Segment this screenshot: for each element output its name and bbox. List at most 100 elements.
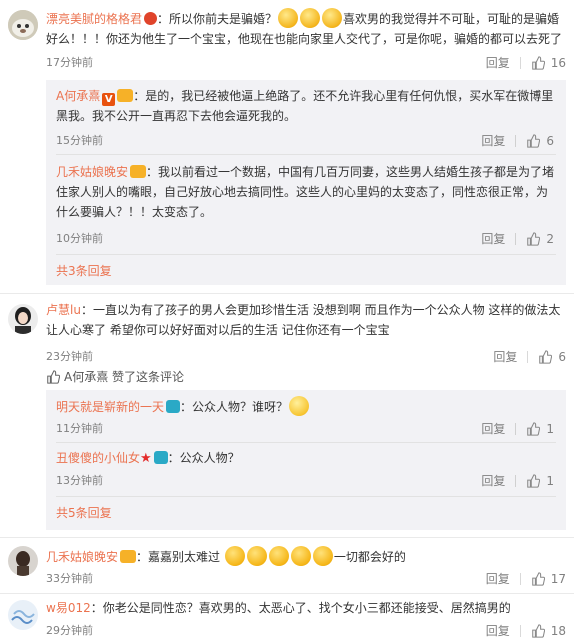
comment-username[interactable]: 卢慧lu — [46, 303, 81, 317]
action-separator — [527, 350, 529, 363]
comment-timestamp: 33分钟前 — [46, 572, 93, 585]
action-separator — [515, 474, 517, 487]
reply-button[interactable]: 回复 — [486, 54, 510, 71]
like-count: 2 — [546, 231, 554, 246]
reply-username[interactable]: 丑傻傻的小仙女 — [56, 451, 140, 465]
reply-item: 丑傻傻的小仙女★ ：公众人物？ — [56, 448, 556, 469]
like-button[interactable]: 18 — [531, 624, 566, 638]
comment-actions: 回复 16 — [486, 54, 566, 71]
thumbs-up-icon — [527, 473, 541, 488]
comment-username[interactable]: 漂亮美腻的格格君 — [46, 12, 142, 26]
like-count: 6 — [546, 133, 554, 148]
more-replies-link[interactable]: 共3条回复 — [56, 262, 112, 279]
reply-divider — [56, 496, 556, 497]
like-button[interactable]: 2 — [526, 232, 554, 246]
reply-username[interactable]: 明天就是崭新的一天 — [56, 400, 164, 414]
comment-text: ：你老公是同性恋？喜欢男的、太恶心了、找个女小三都还能接受、居然搞男的 — [90, 601, 511, 615]
avatar-image — [8, 10, 38, 40]
reply-item: A何承熹 V ：是的，我已经被他逼上绝路了。还不允许我心里有任何仇恨，买水军在微博里… — [56, 86, 556, 126]
reply-button[interactable]: 回复 — [493, 348, 517, 365]
reply-button[interactable]: 回复 — [481, 420, 505, 437]
action-separator — [519, 624, 521, 637]
reply-timestamp: 15分钟前 — [56, 134, 103, 147]
camera-badge-icon — [153, 451, 168, 464]
comment-actions: 回复 6 — [493, 348, 566, 365]
like-count: 16 — [550, 55, 566, 70]
comment-text: ：所以你前夫是骗婚？ — [157, 12, 278, 26]
comment-username[interactable]: w易012 — [46, 601, 91, 615]
coin-emoji-icon — [278, 8, 299, 28]
avatar-image — [8, 600, 38, 630]
reply-username[interactable]: A何承熹 — [56, 89, 100, 103]
smirk-emoji-icon — [289, 396, 310, 416]
like-button[interactable]: 6 — [538, 350, 566, 364]
reply-box: A何承熹 V ：是的，我已经被他逼上绝路了。还不允许我心里有任何仇恨，买水军在微博里… — [46, 80, 566, 285]
reply-button[interactable]: 回复 — [486, 622, 510, 639]
comment-username[interactable]: 几禾姑娘晚安 — [46, 550, 118, 564]
action-separator — [515, 422, 517, 435]
comment-divider — [0, 537, 574, 538]
like-button[interactable]: 17 — [531, 572, 566, 586]
reply-button[interactable]: 回复 — [486, 570, 510, 587]
reply-divider — [56, 442, 556, 443]
thumbs-up-icon — [527, 133, 541, 148]
liked-by-text: A何承熹 赞了这条评论 — [64, 370, 185, 384]
cute-emoji-icon — [312, 546, 333, 566]
coin-emoji-icon — [300, 8, 321, 28]
comment-item: 几禾姑娘晚安 ：嘉嘉别太难过 一切都会好的 33分钟前 回复 17 — [0, 540, 574, 590]
reply-button[interactable]: 回复 — [481, 132, 505, 149]
thumbs-up-icon — [531, 623, 545, 638]
more-replies-link[interactable]: 共5条回复 — [56, 504, 112, 521]
vip-icon — [117, 89, 134, 102]
reply-button[interactable]: 回复 — [481, 230, 505, 247]
comment-text-block: 卢慧lu：一直以为有了孩子的男人会更加珍惜生活 没想到啊 而且作为一个公众人物 … — [46, 300, 566, 340]
vip-icon — [130, 165, 147, 178]
comment-item: 卢慧lu：一直以为有了孩子的男人会更加珍惜生活 没想到啊 而且作为一个公众人物 … — [0, 296, 574, 536]
comment-timestamp: 17分钟前 — [46, 56, 93, 69]
reply-box: 明天就是崭新的一天 ：公众人物？谁呀？ 11分钟前 回复 1 丑傻傻的小仙女★ ：公… — [46, 390, 566, 530]
comment-text: ：嘉嘉别太难过 — [136, 550, 221, 564]
vip-icon — [144, 12, 158, 25]
reply-item: 明天就是崭新的一天 ：公众人物？谁呀？ — [56, 396, 556, 417]
thumbs-up-icon — [531, 55, 545, 70]
reply-actions: 回复 6 — [481, 132, 554, 149]
reply-divider — [56, 254, 556, 255]
reply-actions: 回复 1 — [481, 472, 554, 489]
avatar[interactable] — [8, 546, 38, 576]
reply-button[interactable]: 回复 — [481, 472, 505, 489]
cute-emoji-icon — [290, 546, 311, 566]
comment-actions: 回复 17 — [486, 570, 566, 587]
comment-timestamp: 29分钟前 — [46, 624, 93, 637]
reply-username[interactable]: 几禾姑娘晚安 — [56, 165, 128, 179]
comment-text-block: w易012：你老公是同性恋？喜欢男的、太恶心了、找个女小三都还能接受、居然搞男的 — [46, 598, 566, 618]
reply-timestamp: 11分钟前 — [56, 422, 103, 435]
thumbs-up-icon — [539, 349, 553, 364]
thumbs-up-icon — [47, 369, 60, 384]
reply-timestamp: 13分钟前 — [56, 474, 103, 487]
avatar[interactable] — [8, 600, 38, 630]
cute-emoji-icon — [246, 546, 267, 566]
action-separator — [519, 572, 521, 585]
cute-emoji-icon — [268, 546, 289, 566]
cute-emoji-icon — [224, 546, 245, 566]
like-count: 17 — [550, 571, 566, 586]
vip-icon — [120, 550, 137, 563]
like-button[interactable]: 16 — [531, 56, 566, 70]
comment-item: 漂亮美腻的格格君 ：所以你前夫是骗婚？ 喜欢男的我觉得并不可耻，可耻的是骗婚好么！！… — [0, 0, 574, 285]
like-button[interactable]: 6 — [526, 134, 554, 148]
avatar-image — [8, 304, 38, 334]
reply-text: ：公众人物？ — [167, 451, 240, 465]
star-icon: ★ — [140, 451, 152, 466]
like-button[interactable]: 1 — [526, 474, 554, 488]
comment-divider — [0, 293, 574, 294]
reply-actions: 回复 1 — [481, 420, 554, 437]
avatar[interactable] — [8, 10, 38, 40]
like-button[interactable]: 1 — [526, 422, 554, 436]
reply-divider — [56, 154, 556, 155]
comment-item: w易012：你老公是同性恋？喜欢男的、太恶心了、找个女小三都还能接受、居然搞男的… — [0, 596, 574, 642]
avatar[interactable] — [8, 304, 38, 334]
camera-badge-icon — [166, 400, 181, 413]
reply-item: 几禾姑娘晚安 ：我以前看过一个数据，中国有几百万同妻，这些男人结婚生孩子都是为了堵… — [56, 162, 556, 222]
like-count: 6 — [558, 349, 566, 364]
like-count: 1 — [546, 473, 554, 488]
